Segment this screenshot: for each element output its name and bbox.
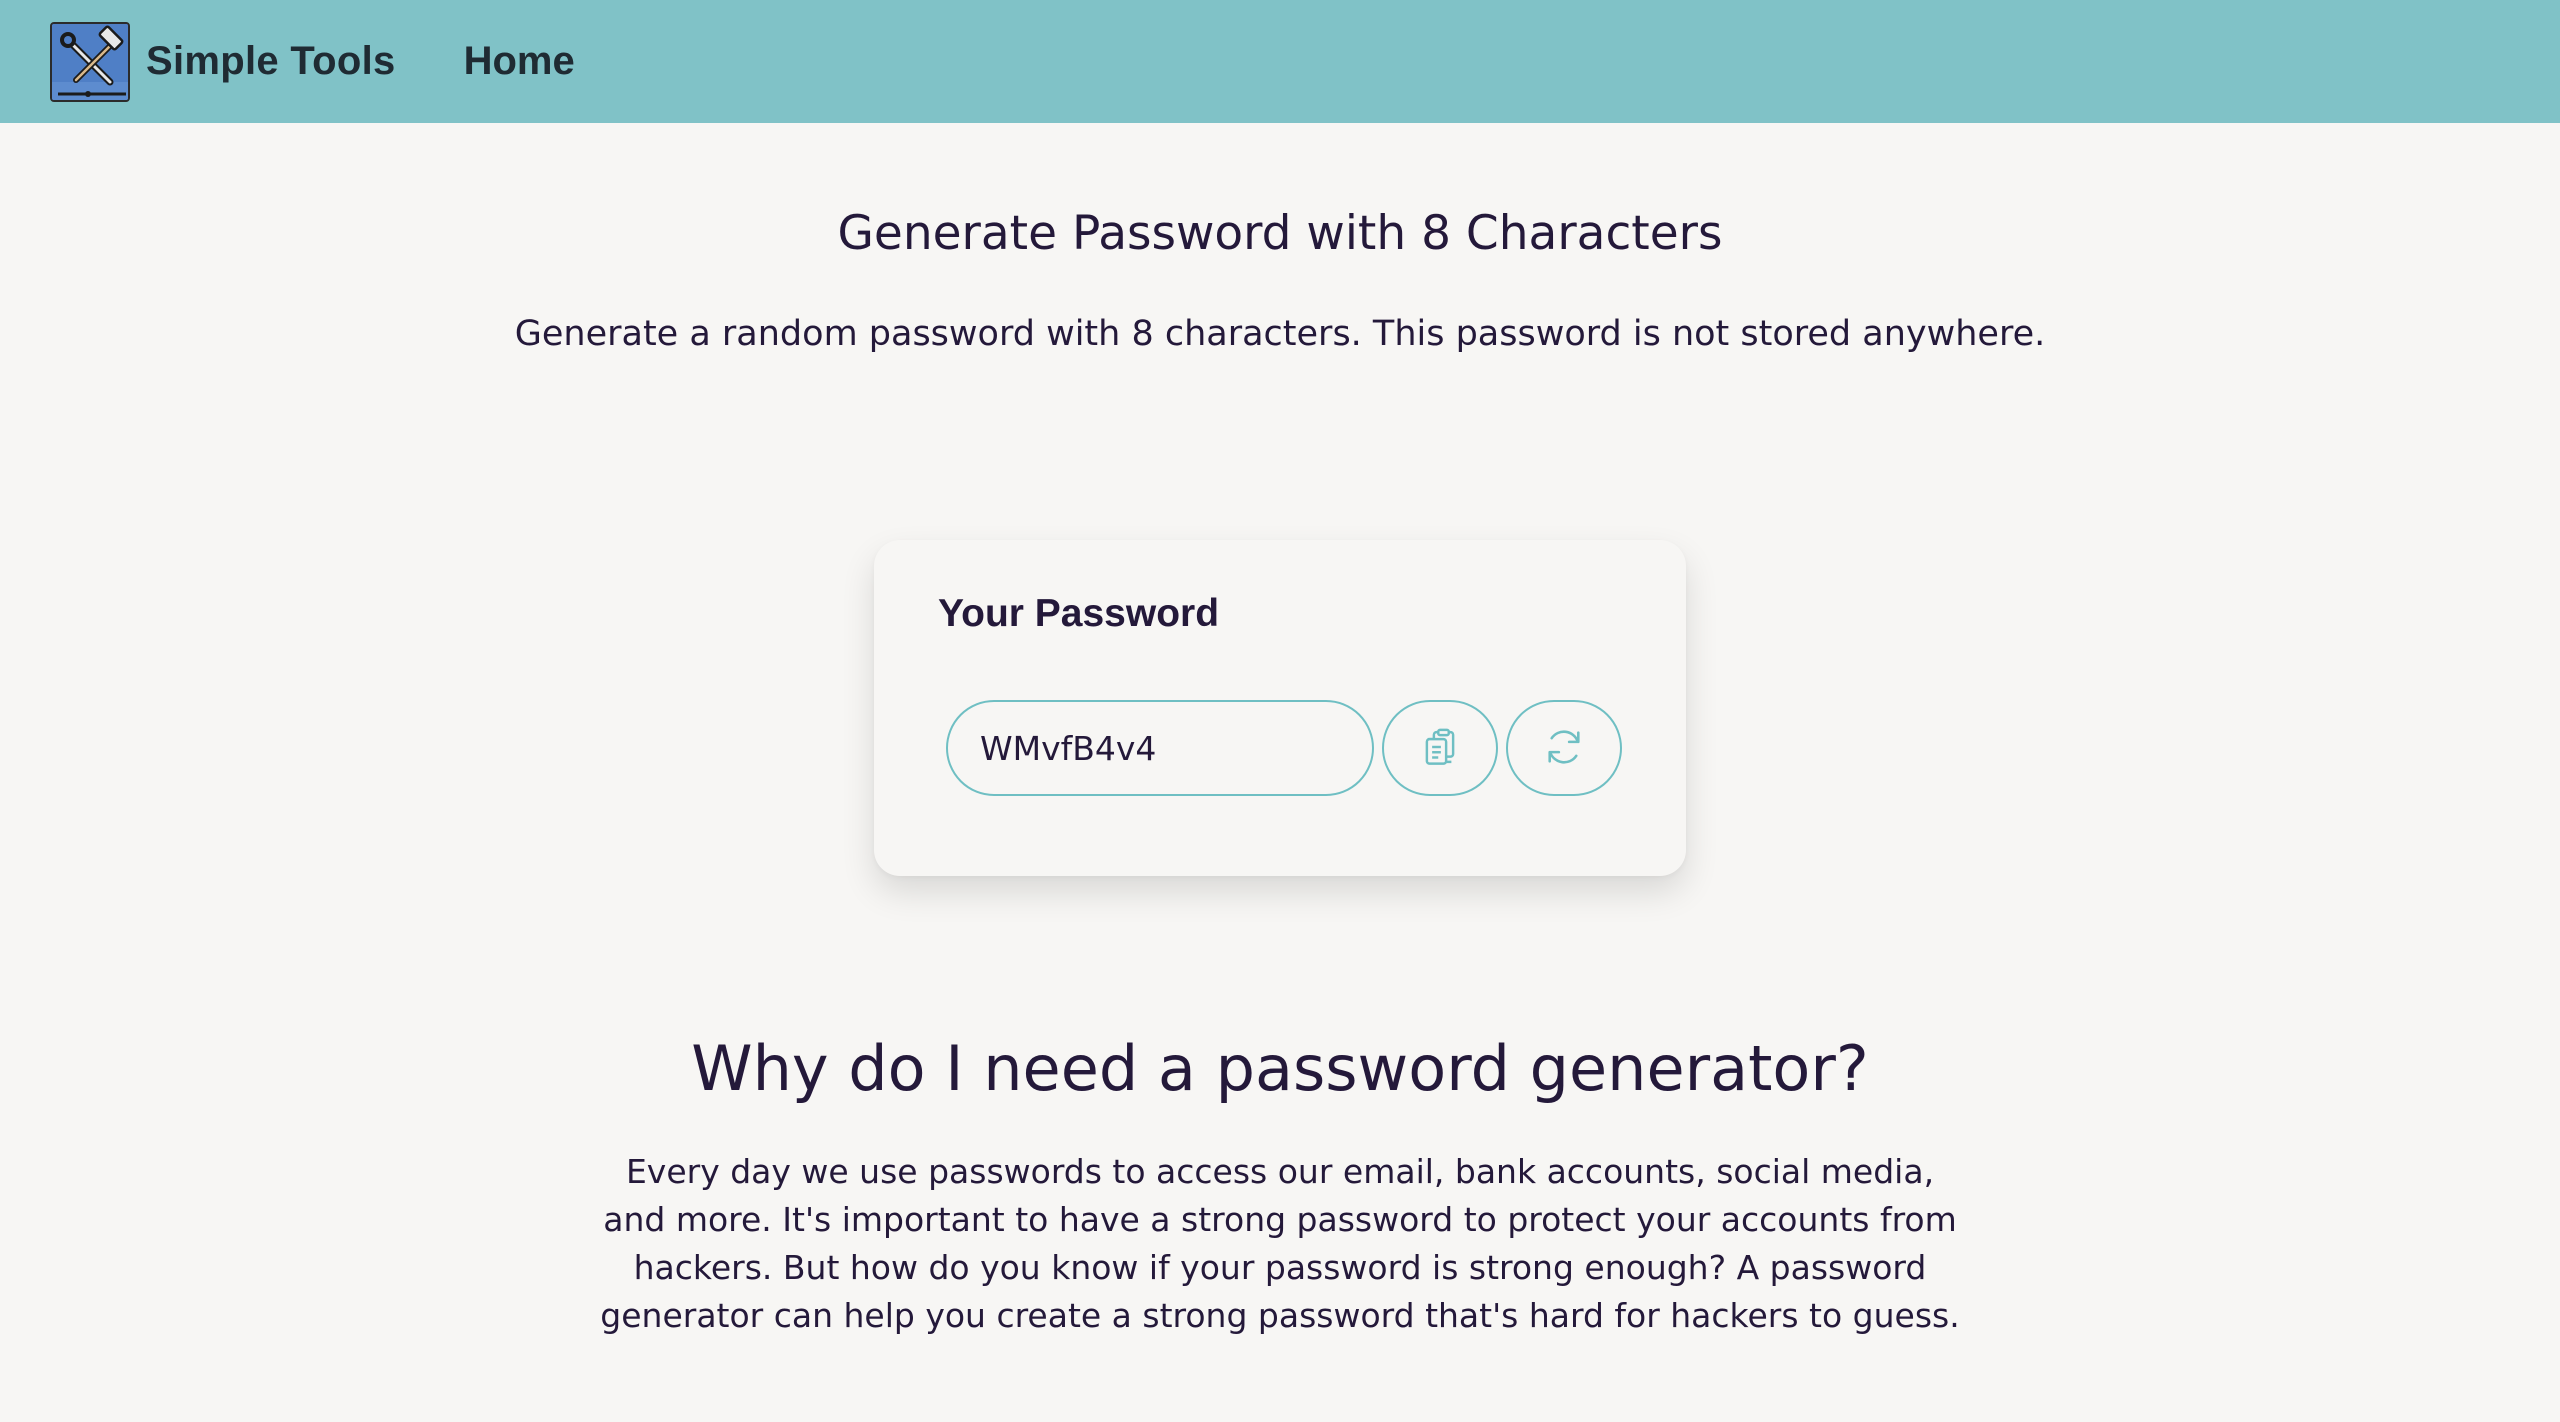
clipboard-icon [1419,726,1461,771]
card-title: Your Password [938,592,1220,635]
refresh-icon [1542,725,1586,772]
section-body: Every day we use passwords to access our… [600,1152,1960,1335]
password-card: Your Password [874,540,1686,876]
brand-name: Simple Tools [146,39,396,83]
password-field[interactable] [946,700,1374,796]
brand-link[interactable]: Simple Tools [50,21,396,102]
top-navbar: Simple Tools Home [0,0,2560,123]
copy-button[interactable] [1382,700,1498,796]
nav-home-link[interactable]: Home [464,39,575,84]
refresh-button[interactable] [1506,700,1622,796]
tools-icon [50,21,130,102]
page-title: Generate Password with 8 Characters [837,206,1723,261]
section-heading: Why do I need a password generator? [691,1032,1869,1105]
page-subtitle: Generate a random password with 8 charac… [514,314,2046,354]
